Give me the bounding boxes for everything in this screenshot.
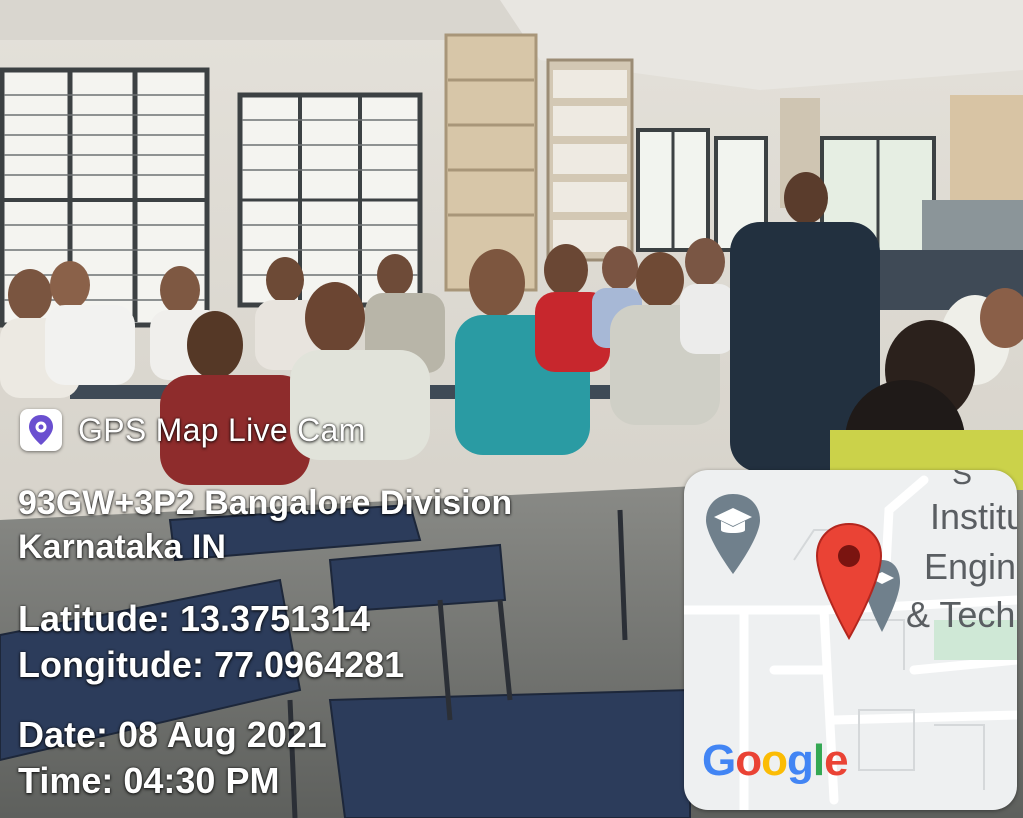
time-text: Time: 04:30 PM (18, 760, 280, 801)
address-line-2: Karnataka IN (18, 528, 226, 566)
address-line-1: 93GW+3P2 Bangalore Division (18, 484, 513, 522)
map-label: S (952, 470, 973, 491)
map-label: Engin (924, 546, 1017, 587)
longitude-text: Longitude: 77.0964281 (18, 644, 405, 685)
google-letter: o (735, 736, 762, 785)
location-pin-icon (20, 409, 62, 451)
map-marker-icon (815, 522, 883, 640)
google-letter: g (787, 736, 814, 785)
google-letter: o (761, 736, 788, 785)
map-label: & Tech (906, 594, 1016, 635)
google-letter: l (812, 736, 825, 785)
app-name: GPS Map Live Cam (78, 411, 366, 448)
google-letter: G (702, 736, 736, 785)
latitude-text: Latitude: 13.3751314 (18, 598, 371, 639)
google-logo: Google (702, 736, 849, 786)
mini-map: S Institu Engin & Tech Google (684, 470, 1017, 810)
date-text: Date: 08 Aug 2021 (18, 714, 327, 755)
school-pin-icon (706, 494, 760, 574)
map-label: Institu (930, 496, 1017, 537)
app-watermark: GPS Map Live Cam (20, 404, 366, 456)
google-letter: e (824, 736, 849, 785)
